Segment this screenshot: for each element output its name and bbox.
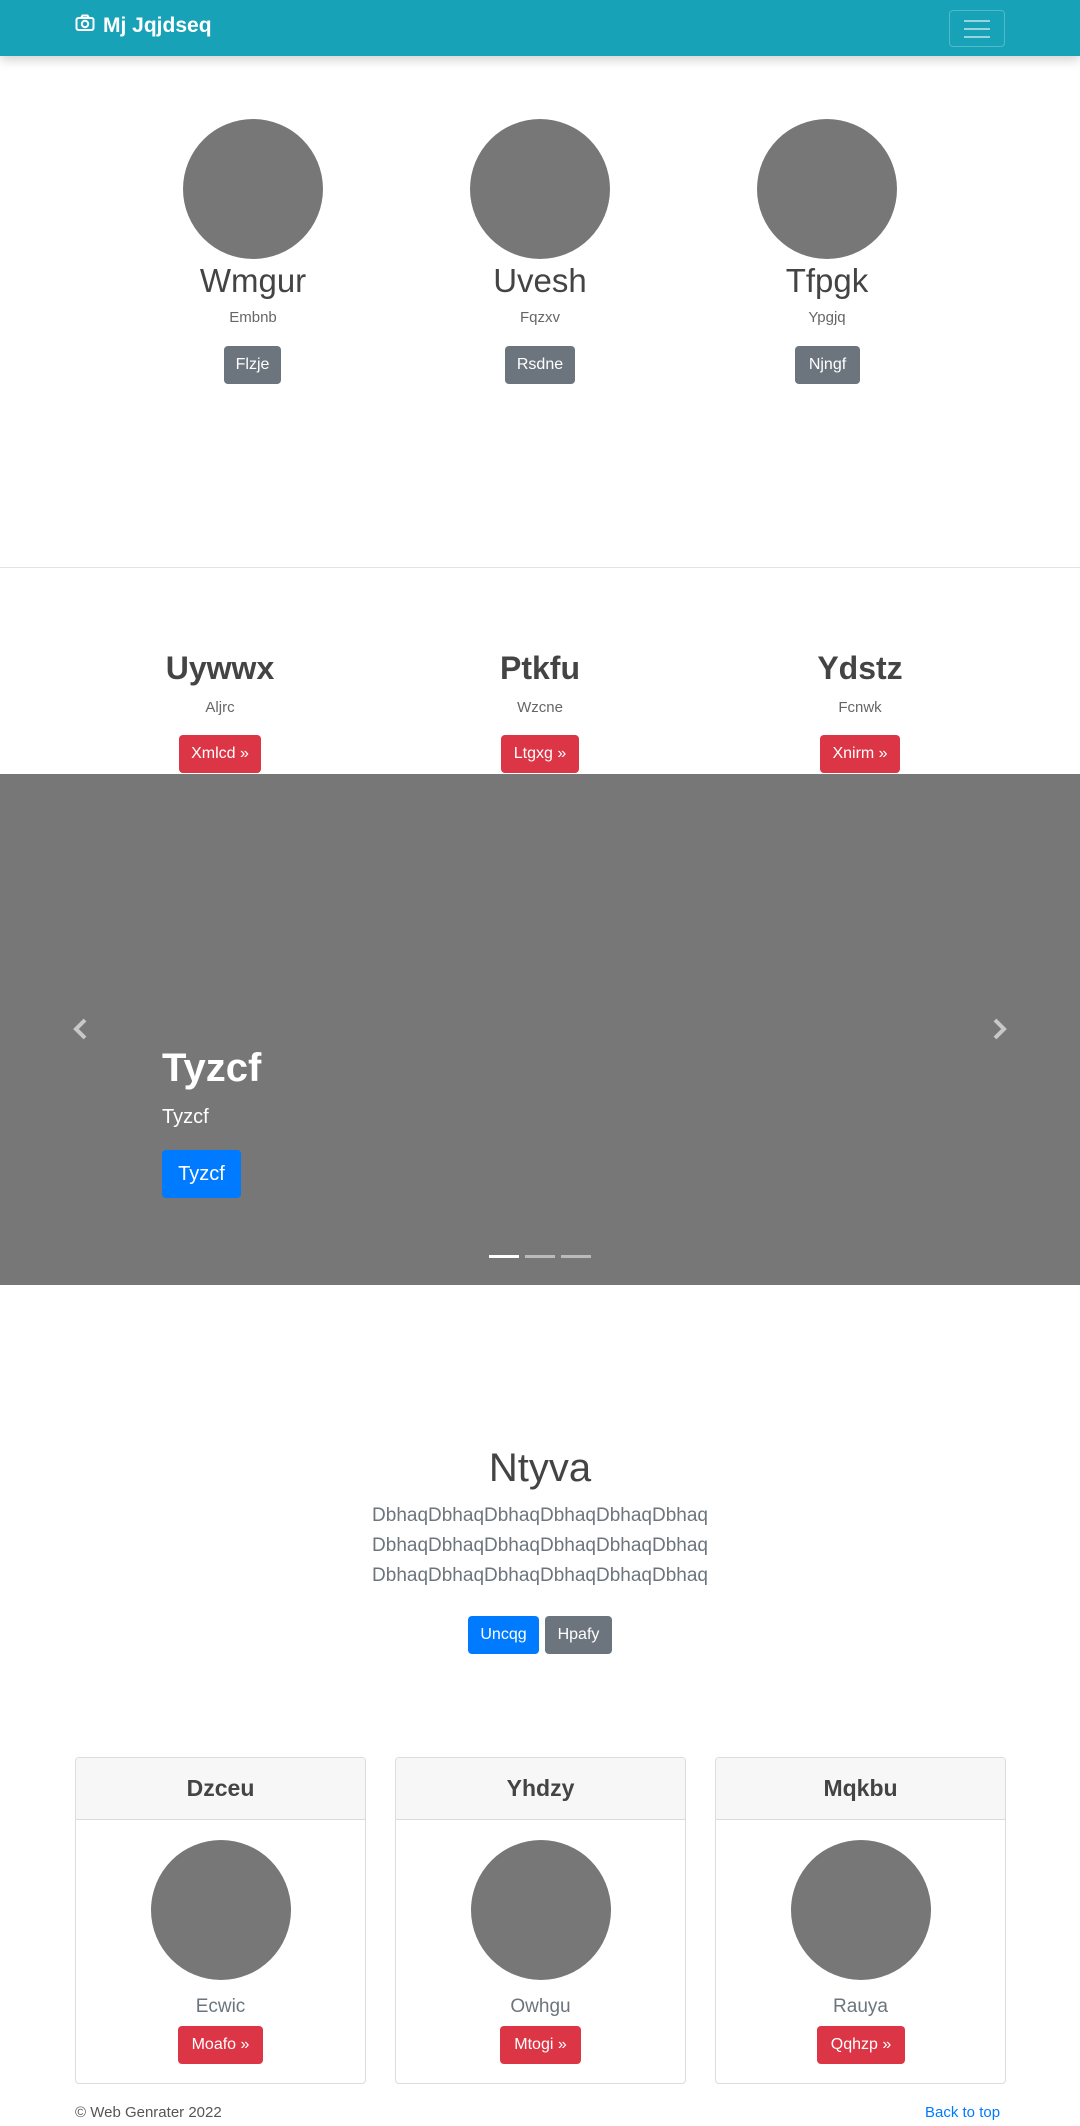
footer-copyright: © Web Genrater 2022 — [75, 2104, 222, 2121]
navbar: Mj Jqjdseq — [0, 0, 1080, 56]
jumbotron-text: DbhaqDbhaqDbhaqDbhaqDbhaqDbhaq — [372, 1505, 708, 1526]
chevron-left-icon — [66, 1018, 96, 1048]
card-image — [471, 1840, 611, 1980]
card: Mqkbu Rauya Qqhzp » — [715, 1757, 1006, 2084]
hamburger-menu-icon — [964, 19, 990, 22]
feature-title: Ydstz — [817, 650, 903, 686]
card-text: Owhgu — [510, 1996, 571, 2017]
carousel-indicators — [489, 1255, 591, 1258]
feature-title: Ptkfu — [500, 650, 580, 686]
navbar-brand[interactable]: Mj Jqjdseq — [75, 14, 212, 38]
carousel-indicator[interactable] — [489, 1255, 519, 1258]
card-header: Dzceu — [76, 1758, 365, 1820]
card-button[interactable]: Mtogi » — [500, 2026, 581, 2064]
card-text: Ecwic — [195, 1996, 246, 2017]
profile-subtitle: Fqzxv — [519, 309, 561, 326]
profile-subtitle: Ypgjq — [808, 309, 846, 326]
profile-name: Wmgur — [199, 262, 307, 299]
carousel-caption-title: Tyzcf — [162, 1046, 262, 1090]
feature-button[interactable]: Ltgxg » — [501, 735, 579, 773]
feature-subtitle: Fcnwk — [838, 699, 882, 716]
feature-button[interactable]: Xnirm » — [820, 735, 900, 773]
carousel-prev-button[interactable] — [66, 1014, 96, 1044]
feature-title: Uywwx — [165, 650, 275, 686]
carousel: Tyzcf Tyzcf Tyzcf — [0, 774, 1080, 1285]
secondary-button[interactable]: Hpafy — [545, 1616, 612, 1654]
card-text: Rauya — [833, 1996, 888, 2017]
profile-button[interactable]: Njngf — [795, 346, 860, 384]
profile-button[interactable]: Flzje — [224, 346, 281, 384]
camera-icon — [75, 14, 103, 38]
card-image — [151, 1840, 291, 1980]
navbar-toggler-button[interactable] — [949, 10, 1005, 47]
back-to-top-link[interactable]: Back to top — [925, 2104, 1000, 2121]
chevron-right-icon — [984, 1018, 1014, 1048]
profile-avatar — [470, 119, 610, 259]
feature-subtitle: Aljrc — [205, 699, 235, 716]
profile-button[interactable]: Rsdne — [505, 346, 575, 384]
jumbotron-text: DbhaqDbhaqDbhaqDbhaqDbhaqDbhaq — [372, 1535, 708, 1556]
jumbotron-text: DbhaqDbhaqDbhaqDbhaqDbhaqDbhaq — [372, 1565, 708, 1586]
carousel-next-button[interactable] — [984, 1014, 1014, 1044]
section-divider — [0, 567, 1080, 568]
feature-subtitle: Wzcne — [517, 699, 563, 716]
carousel-caption-text: Tyzcf — [162, 1106, 209, 1128]
profile-name: Tfpgk — [785, 262, 869, 299]
card-header: Mqkbu — [716, 1758, 1005, 1820]
card-button[interactable]: Moafo » — [178, 2026, 263, 2064]
card-image — [791, 1840, 931, 1980]
card: Dzceu Ecwic Moafo » — [75, 1757, 366, 2084]
card-header: Yhdzy — [396, 1758, 685, 1820]
brand-text: Mj Jqjdseq — [103, 14, 212, 37]
card-button[interactable]: Qqhzp » — [817, 2026, 905, 2064]
profile-name: Uvesh — [493, 262, 587, 299]
carousel-indicator[interactable] — [525, 1255, 555, 1258]
card: Yhdzy Owhgu Mtogi » — [395, 1757, 686, 2084]
profile-subtitle: Embnb — [229, 309, 277, 326]
carousel-caption-button[interactable]: Tyzcf — [162, 1150, 241, 1198]
profile-avatar — [183, 119, 323, 259]
profile-avatar — [757, 119, 897, 259]
carousel-indicator[interactable] — [561, 1255, 591, 1258]
jumbotron-title: Ntyva — [488, 1446, 592, 1490]
feature-button[interactable]: Xmlcd » — [179, 735, 261, 773]
primary-button[interactable]: Uncqg — [468, 1616, 539, 1654]
